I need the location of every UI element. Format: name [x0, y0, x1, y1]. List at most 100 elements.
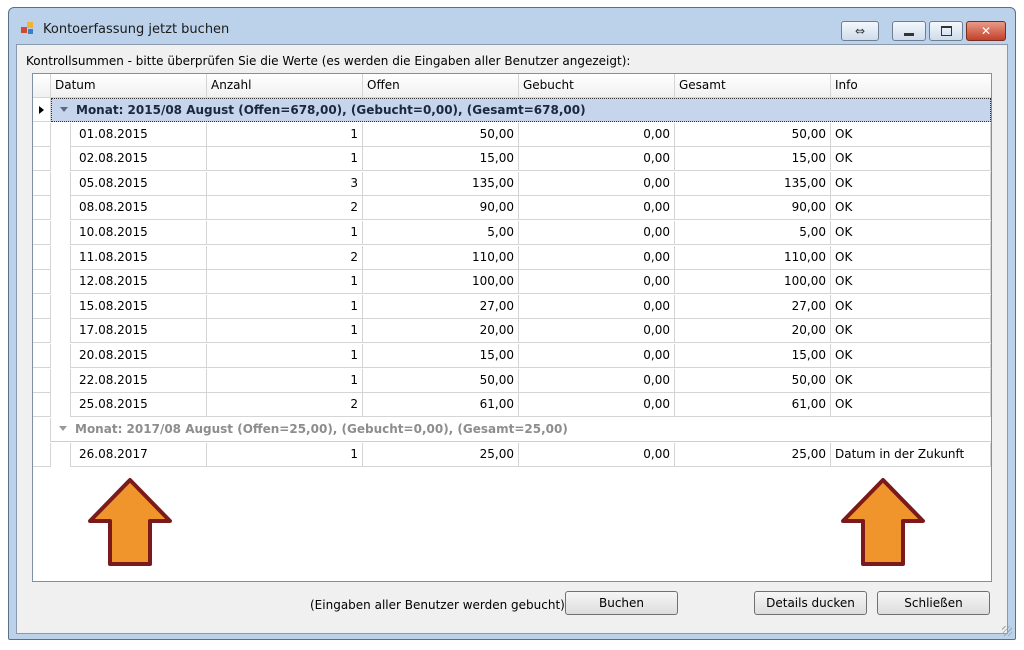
cell-datum[interactable]: 15.08.2015 [71, 294, 207, 319]
cell-info[interactable]: OK [831, 147, 991, 172]
cell-gebucht[interactable]: 0,00 [519, 147, 675, 172]
cell-anzahl[interactable]: 1 [207, 368, 363, 393]
cell-info[interactable]: Datum in der Zukunft [831, 442, 991, 467]
cell-offen[interactable]: 5,00 [363, 220, 519, 245]
group-row[interactable]: Monat: 2015/08 August (Offen=678,00), (G… [33, 98, 991, 122]
group-header-2017-08[interactable]: Monat: 2017/08 August (Offen=25,00), (Ge… [51, 418, 991, 442]
cell-offen[interactable]: 15,00 [363, 343, 519, 368]
cell-info[interactable]: OK [831, 171, 991, 196]
cell-gesamt[interactable]: 5,00 [675, 220, 831, 245]
resize-grip-icon[interactable] [1002, 626, 1012, 636]
row-selector[interactable] [33, 393, 51, 418]
cell-offen[interactable]: 61,00 [363, 393, 519, 418]
cell-datum[interactable]: 17.08.2015 [71, 319, 207, 344]
column-header-info[interactable]: Info [831, 74, 991, 98]
cell-gesamt[interactable]: 90,00 [675, 196, 831, 221]
cell-anzahl[interactable]: 1 [207, 147, 363, 172]
close-icon[interactable]: ✕ [966, 21, 1006, 41]
cell-gesamt[interactable]: 50,00 [675, 368, 831, 393]
cell-datum[interactable]: 05.08.2015 [71, 171, 207, 196]
column-header-gesamt[interactable]: Gesamt [675, 74, 831, 98]
cell-offen[interactable]: 135,00 [363, 171, 519, 196]
cell-info[interactable]: OK [831, 343, 991, 368]
cell-info[interactable]: OK [831, 270, 991, 295]
row-selector[interactable] [33, 171, 51, 196]
close-button[interactable]: Schließen [877, 591, 990, 615]
cell-datum[interactable]: 20.08.2015 [71, 343, 207, 368]
cell-offen[interactable]: 25,00 [363, 442, 519, 467]
cell-offen[interactable]: 100,00 [363, 270, 519, 295]
cell-datum[interactable]: 11.08.2015 [71, 245, 207, 270]
table-row[interactable]: 22.08.2015 1 50,00 0,00 50,00 OK [33, 368, 991, 393]
row-selector[interactable] [33, 220, 51, 245]
cell-offen[interactable]: 110,00 [363, 245, 519, 270]
column-header-anzahl[interactable]: Anzahl [207, 74, 363, 98]
cell-gebucht[interactable]: 0,00 [519, 294, 675, 319]
cell-gebucht[interactable]: 0,00 [519, 196, 675, 221]
row-selector[interactable] [33, 418, 51, 442]
row-selector[interactable] [33, 196, 51, 221]
table-row[interactable]: 01.08.2015 1 50,00 0,00 50,00 OK [33, 122, 991, 147]
cell-gesamt[interactable]: 135,00 [675, 171, 831, 196]
cell-offen[interactable]: 50,00 [363, 122, 519, 147]
cell-offen[interactable]: 90,00 [363, 196, 519, 221]
cell-anzahl[interactable]: 1 [207, 442, 363, 467]
cell-anzahl[interactable]: 1 [207, 220, 363, 245]
cell-info[interactable]: OK [831, 122, 991, 147]
cell-info[interactable]: OK [831, 196, 991, 221]
cell-offen[interactable]: 15,00 [363, 147, 519, 172]
table-row[interactable]: 08.08.2015 2 90,00 0,00 90,00 OK [33, 196, 991, 221]
cell-info[interactable]: OK [831, 368, 991, 393]
group-row[interactable]: Monat: 2017/08 August (Offen=25,00), (Ge… [33, 418, 991, 442]
table-row[interactable]: 26.08.2017 1 25,00 0,00 25,00 Datum in der Zu… [33, 442, 991, 467]
cell-offen[interactable]: 20,00 [363, 319, 519, 344]
buchen-button[interactable]: Buchen [565, 591, 678, 615]
cell-gebucht[interactable]: 0,00 [519, 368, 675, 393]
row-selector[interactable] [33, 368, 51, 393]
cell-info[interactable]: OK [831, 220, 991, 245]
cell-info[interactable]: OK [831, 294, 991, 319]
cell-gebucht[interactable]: 0,00 [519, 171, 675, 196]
row-selector[interactable] [33, 294, 51, 319]
row-selector[interactable] [33, 270, 51, 295]
cell-datum[interactable]: 02.08.2015 [71, 147, 207, 172]
cell-gebucht[interactable]: 0,00 [519, 319, 675, 344]
maximize-icon[interactable] [929, 21, 963, 41]
cell-offen[interactable]: 50,00 [363, 368, 519, 393]
double-arrow-icon[interactable]: ⇔ [841, 21, 879, 41]
row-selector[interactable] [33, 98, 51, 122]
cell-anzahl[interactable]: 1 [207, 319, 363, 344]
table-row[interactable]: 11.08.2015 2 110,00 0,00 110,00 OK [33, 245, 991, 270]
row-selector[interactable] [33, 343, 51, 368]
collapse-chevron-icon[interactable] [60, 107, 68, 112]
column-header-offen[interactable]: Offen [363, 74, 519, 98]
cell-datum[interactable]: 22.08.2015 [71, 368, 207, 393]
cell-info[interactable]: OK [831, 319, 991, 344]
cell-anzahl[interactable]: 2 [207, 393, 363, 418]
cell-anzahl[interactable]: 1 [207, 343, 363, 368]
cell-info[interactable]: OK [831, 393, 991, 418]
cell-gesamt[interactable]: 61,00 [675, 393, 831, 418]
cell-gesamt[interactable]: 15,00 [675, 147, 831, 172]
cell-gebucht[interactable]: 0,00 [519, 245, 675, 270]
details-button[interactable]: Details ducken [754, 591, 867, 615]
cell-anzahl[interactable]: 2 [207, 245, 363, 270]
row-selector[interactable] [33, 319, 51, 344]
cell-gebucht[interactable]: 0,00 [519, 220, 675, 245]
cell-gebucht[interactable]: 0,00 [519, 122, 675, 147]
cell-gebucht[interactable]: 0,00 [519, 393, 675, 418]
cell-gebucht[interactable]: 0,00 [519, 442, 675, 467]
group-header-2015-08[interactable]: Monat: 2015/08 August (Offen=678,00), (G… [51, 98, 991, 122]
row-selector[interactable] [33, 442, 51, 467]
cell-gesamt[interactable]: 20,00 [675, 319, 831, 344]
cell-datum[interactable]: 10.08.2015 [71, 220, 207, 245]
table-row[interactable]: 12.08.2015 1 100,00 0,00 100,00 OK [33, 270, 991, 295]
table-row[interactable]: 05.08.2015 3 135,00 0,00 135,00 OK [33, 171, 991, 196]
cell-gebucht[interactable]: 0,00 [519, 343, 675, 368]
row-selector[interactable] [33, 245, 51, 270]
cell-datum[interactable]: 01.08.2015 [71, 122, 207, 147]
cell-datum[interactable]: 25.08.2015 [71, 393, 207, 418]
cell-gesamt[interactable]: 15,00 [675, 343, 831, 368]
cell-anzahl[interactable]: 1 [207, 270, 363, 295]
cell-info[interactable]: OK [831, 245, 991, 270]
